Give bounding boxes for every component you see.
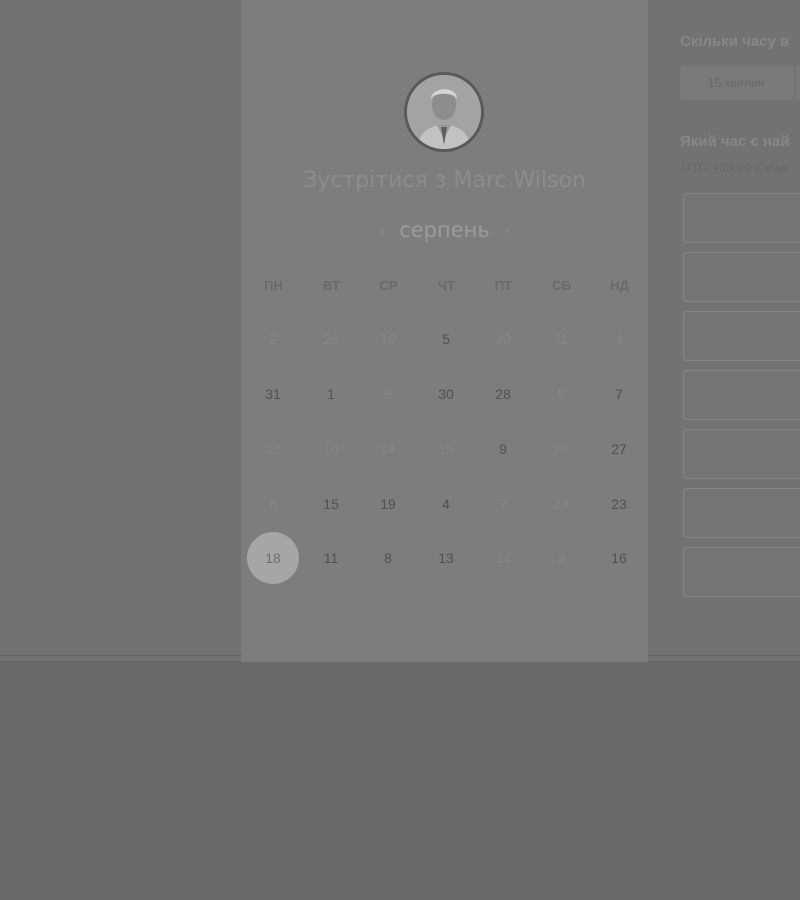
- calendar-day[interactable]: 16: [599, 538, 639, 578]
- calendar-day: 24: [553, 496, 569, 512]
- calendar-day[interactable]: 4: [426, 484, 466, 524]
- calendar-day[interactable]: 1: [311, 374, 351, 414]
- calendar-day: 11: [553, 331, 569, 347]
- calendar-day[interactable]: 11: [311, 538, 351, 578]
- avatar: [404, 72, 484, 152]
- time-slot-button[interactable]: [683, 311, 800, 361]
- duration-option-label: 15 хвилин: [708, 76, 765, 90]
- calendar-day: 4: [615, 331, 623, 347]
- calendar-day: 19: [380, 331, 396, 347]
- calendar-day[interactable]: 9: [483, 429, 523, 469]
- time-slot-button[interactable]: [683, 193, 800, 243]
- weekday-label: СБ: [552, 278, 571, 293]
- calendar-day[interactable]: 28: [483, 374, 523, 414]
- calendar-day: 14: [495, 550, 511, 566]
- timezone-label: UTC +03:00 Східн: [681, 160, 789, 175]
- person-photo-icon: [407, 75, 481, 149]
- weekday-label: НД: [610, 278, 629, 293]
- calendar-day: 3: [557, 550, 565, 566]
- time-slot-button[interactable]: [683, 429, 800, 479]
- calendar-day[interactable]: 15: [311, 484, 351, 524]
- calendar-day: 24: [380, 441, 396, 457]
- calendar-day[interactable]: 23: [599, 484, 639, 524]
- calendar-day[interactable]: 27: [599, 429, 639, 469]
- calendar-day: 7: [499, 496, 507, 512]
- calendar-day[interactable]: 30: [426, 374, 466, 414]
- calendar-day[interactable]: 19: [368, 484, 408, 524]
- weekday-label: СР: [379, 278, 398, 293]
- chevron-right-icon[interactable]: ›: [504, 221, 510, 240]
- weekday-label: ПТ: [494, 278, 513, 293]
- calendar-day: 8: [269, 496, 277, 512]
- calendar-day: 20: [495, 331, 511, 347]
- calendar-day: 15: [438, 441, 454, 457]
- duration-option-15[interactable]: 15 хвилин: [680, 66, 794, 100]
- duration-option-next[interactable]: [796, 66, 800, 100]
- calendar-day[interactable]: 13: [426, 538, 466, 578]
- duration-question: Скільки часу в: [680, 33, 790, 50]
- calendar-day-selected[interactable]: 18: [247, 532, 299, 584]
- calendar-day: 12: [265, 441, 281, 457]
- calendar-day: 6: [557, 386, 565, 402]
- calendar-day[interactable]: 5: [426, 319, 466, 359]
- calendar-day[interactable]: 7: [599, 374, 639, 414]
- calendar-day: 29: [323, 331, 339, 347]
- time-question: Який час є най: [680, 133, 790, 150]
- weekday-label: ЧТ: [437, 278, 456, 293]
- time-slot-button[interactable]: [683, 547, 800, 597]
- time-slot-button[interactable]: [683, 488, 800, 538]
- meeting-title: Зустрітися з Marc Wilson: [303, 168, 586, 193]
- month-label: серпень: [399, 218, 490, 242]
- calendar-day: 2: [269, 331, 277, 347]
- month-navigation: ‹ серпень ›: [241, 214, 648, 246]
- chevron-left-icon[interactable]: ‹: [379, 221, 385, 240]
- calendar-day[interactable]: 8: [368, 538, 408, 578]
- calendar-day[interactable]: 31: [253, 374, 293, 414]
- calendar-day: 26: [553, 441, 569, 457]
- weekday-label: ПН: [264, 278, 283, 293]
- calendar-day: 9: [384, 386, 392, 402]
- time-slot-button[interactable]: [683, 252, 800, 302]
- weekday-label: ВТ: [323, 278, 340, 293]
- calendar-day: 10: [323, 441, 339, 457]
- time-slot-button[interactable]: [683, 370, 800, 420]
